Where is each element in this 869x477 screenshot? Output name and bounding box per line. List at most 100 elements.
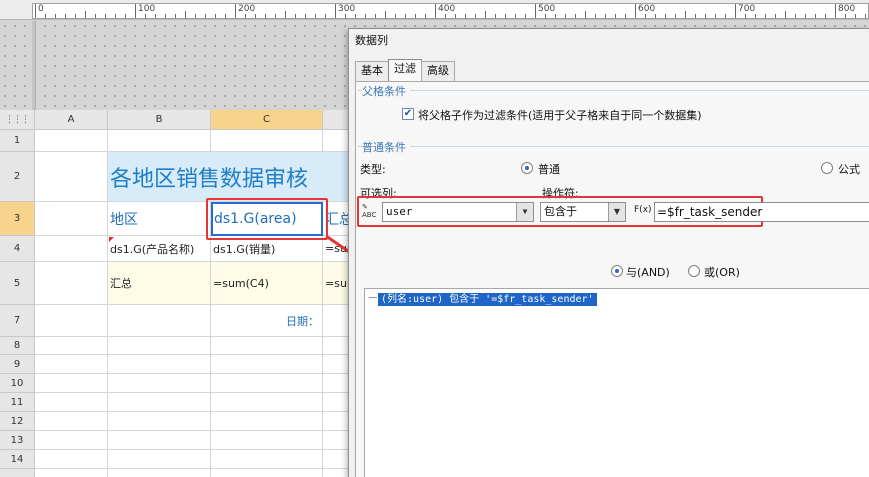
column-header-c[interactable]: C (211, 110, 323, 130)
grid-cell[interactable] (108, 337, 211, 355)
row-header-12[interactable]: 12 (0, 412, 35, 431)
select-all-corner[interactable]: ⋮⋮⋮ (0, 110, 35, 130)
grid-cell[interactable] (35, 236, 108, 262)
column-header-d[interactable] (323, 110, 350, 130)
fx-formula-button[interactable]: F(x) (634, 205, 652, 215)
cell-b3[interactable]: 地区 (108, 202, 211, 236)
grid-cell[interactable] (323, 337, 350, 355)
grid-cell[interactable] (323, 412, 350, 431)
row-header-4[interactable]: 4 (0, 236, 35, 262)
grid-cell[interactable] (323, 374, 350, 393)
grid-cell[interactable] (108, 393, 211, 412)
row-header-8[interactable]: 8 (0, 337, 35, 355)
grid-cell[interactable] (35, 431, 108, 450)
logic-or-radio[interactable] (688, 265, 700, 277)
grid-cell[interactable] (211, 355, 323, 374)
grid-cell[interactable] (323, 393, 350, 412)
grid-cell[interactable] (108, 450, 211, 469)
row-header-2[interactable]: 2 (0, 152, 35, 202)
grid-cell[interactable] (35, 152, 108, 202)
grid-cell[interactable] (35, 305, 108, 337)
column-header-b[interactable]: B (108, 110, 211, 130)
tab-advanced[interactable]: 高级 (421, 61, 455, 81)
grid-cell[interactable] (211, 469, 323, 477)
grid-cell[interactable] (211, 431, 323, 450)
grid-cell[interactable] (323, 130, 350, 152)
chevron-down-icon[interactable]: ▼ (608, 203, 625, 221)
ruler-tick (85, 11, 86, 18)
tab-filter[interactable]: 过滤 (388, 59, 422, 81)
grid-cell[interactable] (35, 262, 108, 305)
vertical-ruler-strip (32, 21, 36, 110)
logic-and-radio[interactable] (611, 265, 623, 277)
row-header-13[interactable]: 13 (0, 431, 35, 450)
grid-cell[interactable] (108, 431, 211, 450)
grid-cell[interactable] (35, 337, 108, 355)
grid-cell[interactable] (211, 412, 323, 431)
row-header-5[interactable]: 5 (0, 262, 35, 305)
cell-b5[interactable]: 汇总 (108, 262, 211, 305)
grid-cell[interactable] (323, 450, 350, 469)
grid-cell[interactable] (35, 130, 108, 152)
grid-cell[interactable] (211, 337, 323, 355)
ruler-tick (485, 11, 486, 18)
grid-cell[interactable] (35, 374, 108, 393)
abc-type-icon[interactable]: ✎ ABC (362, 203, 382, 221)
row-header-10[interactable]: 10 (0, 374, 35, 393)
parent-filter-checkbox[interactable]: ✔ (402, 108, 414, 120)
grid-cell[interactable] (108, 412, 211, 431)
cell-b4[interactable]: ds1.G(产品名称) (108, 236, 211, 262)
condition-list[interactable]: (列名:user) 包含于 '=$fr_task_sender' (364, 288, 869, 477)
grid-cell[interactable] (108, 130, 211, 152)
grid-cell[interactable] (108, 469, 211, 477)
value-input[interactable]: =$fr_task_sender (654, 202, 869, 222)
row-header-1[interactable]: 1 (0, 130, 35, 152)
ruler-tick (65, 14, 66, 18)
type-formula-radio[interactable] (821, 162, 833, 174)
type-normal-radio[interactable] (521, 162, 533, 174)
grid-cell[interactable] (35, 202, 108, 236)
ruler-tick (535, 4, 536, 18)
grid-cell[interactable] (323, 431, 350, 450)
column-select-value: user (386, 205, 413, 218)
row-header-15[interactable] (0, 469, 35, 477)
grid-cell[interactable] (35, 393, 108, 412)
grid-cell[interactable] (108, 305, 211, 337)
grid-cell[interactable] (211, 374, 323, 393)
row-header-14[interactable]: 14 (0, 450, 35, 469)
chevron-down-icon[interactable]: ▼ (516, 203, 533, 221)
grid-cell[interactable] (323, 355, 350, 374)
row-header-9[interactable]: 9 (0, 355, 35, 374)
grid-cell[interactable] (211, 130, 323, 152)
grid-cell[interactable] (323, 469, 350, 477)
cell-c7[interactable]: 日期： (211, 305, 323, 337)
row-header-11[interactable]: 11 (0, 393, 35, 412)
report-designer: 0 100 200 300 400 500 600 700 800 ⋮⋮⋮ A B C 1 2 … (0, 0, 869, 477)
ruler-label: 600 (638, 4, 656, 14)
ruler-tick (435, 4, 436, 18)
row-header-3[interactable]: 3 (0, 202, 35, 236)
grid-cell[interactable] (35, 450, 108, 469)
grid-cell[interactable] (35, 355, 108, 374)
row-header-7[interactable]: 7 (0, 305, 35, 337)
ruler-tick (315, 14, 316, 18)
grid-cell[interactable] (211, 450, 323, 469)
ruler-tick (765, 14, 766, 18)
ruler-tick (725, 14, 726, 18)
column-select[interactable]: user ▼ (382, 202, 534, 222)
grid-cell[interactable] (108, 374, 211, 393)
condition-list-item[interactable]: (列名:user) 包含于 '=$fr_task_sender' (378, 293, 597, 306)
tab-basic[interactable]: 基本 (355, 61, 389, 81)
report-title-cell[interactable]: 各地区销售数据审核 (108, 152, 350, 202)
grid-cell[interactable] (35, 469, 108, 477)
grid-cell[interactable] (108, 355, 211, 374)
ruler-tick (405, 14, 406, 18)
grid-cell[interactable] (35, 412, 108, 431)
operator-select[interactable]: 包含于 ▼ (540, 202, 626, 222)
grid-cell[interactable] (211, 393, 323, 412)
cell-c5[interactable]: =sum(C4) (211, 262, 323, 305)
dialog-title: 数据列 (349, 29, 869, 53)
spreadsheet-grid[interactable]: ⋮⋮⋮ A B C 1 2 3 4 5 7 8 9 10 11 12 13 14… (0, 110, 350, 477)
column-header-a[interactable]: A (35, 110, 108, 130)
grid-cell[interactable] (323, 305, 350, 337)
